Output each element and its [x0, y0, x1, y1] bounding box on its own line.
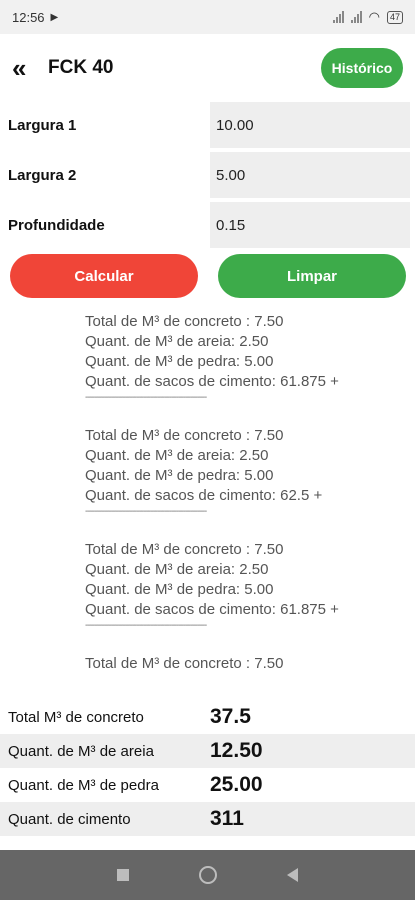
- result-item: Total de M³ de concreto : 7.50 Quant. de…: [85, 426, 405, 520]
- home-icon[interactable]: [199, 866, 217, 884]
- limpar-button[interactable]: Limpar: [218, 254, 406, 298]
- result-divider: ----------------------------------------…: [85, 506, 207, 517]
- result-divider: ----------------------------------------…: [85, 392, 207, 403]
- total-row-pedra: Quant. de M³ de pedra 25.00: [0, 768, 415, 802]
- dimension-form: Largura 1 10.00 Largura 2 5.00 Profundid…: [0, 100, 415, 250]
- system-nav-bar: [0, 850, 415, 900]
- signal-icon: [332, 11, 344, 23]
- result-cimento: Quant. de sacos de cimento: 61.875 +: [85, 373, 339, 390]
- result-areia: Quant. de M³ de areia: 2.50: [85, 561, 269, 578]
- result-areia: Quant. de M³ de areia: 2.50: [85, 447, 269, 464]
- result-item: Total de M³ de concreto : 7.50 Quant. de…: [85, 312, 405, 406]
- battery-icon: 47: [386, 10, 403, 24]
- wifi-icon: ◠: [368, 9, 380, 24]
- play-notification-icon: ▶: [50, 11, 59, 23]
- totals-table: Total M³ de concreto 37.5 Quant. de M³ d…: [0, 700, 415, 836]
- total-row-concreto: Total M³ de concreto 37.5: [0, 700, 415, 734]
- form-row-profundidade: Profundidade 0.15: [0, 200, 415, 250]
- app-header: « FCK 40 Histórico: [0, 34, 415, 102]
- largura-2-label: Largura 2: [8, 166, 77, 184]
- result-cimento: Quant. de sacos de cimento: 62.5 +: [85, 487, 323, 504]
- total-areia-label: Quant. de M³ de areia: [8, 742, 154, 760]
- results-list[interactable]: Total de M³ de concreto : 7.50 Quant. de…: [85, 312, 405, 700]
- result-pedra: Quant. de M³ de pedra: 5.00: [85, 353, 274, 370]
- total-cimento-label: Quant. de cimento: [8, 810, 131, 828]
- total-row-cimento: Quant. de cimento 311: [0, 802, 415, 836]
- form-row-largura-2: Largura 2 5.00: [0, 150, 415, 200]
- largura-2-input[interactable]: 5.00: [210, 152, 410, 198]
- profundidade-label: Profundidade: [8, 216, 105, 234]
- recents-icon[interactable]: [117, 869, 129, 881]
- total-pedra-value: 25.00: [210, 773, 263, 796]
- form-row-largura-1: Largura 1 10.00: [0, 100, 415, 150]
- result-concreto: Total de M³ de concreto : 7.50: [85, 427, 284, 444]
- largura-1-input[interactable]: 10.00: [210, 102, 410, 148]
- total-concreto-label: Total M³ de concreto: [8, 708, 144, 726]
- result-cimento: Quant. de sacos de cimento: 61.875 +: [85, 601, 339, 618]
- total-pedra-label: Quant. de M³ de pedra: [8, 776, 159, 794]
- result-concreto: Total de M³ de concreto : 7.50: [85, 313, 284, 330]
- result-item: Total de M³ de concreto : 7.50: [85, 654, 405, 674]
- result-pedra: Quant. de M³ de pedra: 5.00: [85, 467, 274, 484]
- page-title: FCK 40: [48, 57, 114, 78]
- back-nav-icon[interactable]: [287, 868, 298, 882]
- total-areia-value: 12.50: [210, 739, 263, 762]
- total-concreto-value: 37.5: [210, 705, 251, 728]
- result-pedra: Quant. de M³ de pedra: 5.00: [85, 581, 274, 598]
- history-button[interactable]: Histórico: [321, 48, 403, 88]
- largura-1-label: Largura 1: [8, 116, 77, 134]
- total-cimento-value: 311: [210, 807, 244, 830]
- result-item: Total de M³ de concreto : 7.50 Quant. de…: [85, 540, 405, 634]
- action-buttons: Calcular Limpar: [0, 254, 415, 299]
- result-areia: Quant. de M³ de areia: 2.50: [85, 333, 269, 350]
- result-divider: ----------------------------------------…: [85, 620, 207, 631]
- result-concreto: Total de M³ de concreto : 7.50: [85, 655, 284, 672]
- profundidade-input[interactable]: 0.15: [210, 202, 410, 248]
- calcular-button[interactable]: Calcular: [10, 254, 198, 298]
- total-row-areia: Quant. de M³ de areia 12.50: [0, 734, 415, 768]
- back-icon[interactable]: «: [12, 53, 42, 84]
- status-bar: 12:56 ▶ ◠ 47: [0, 0, 415, 34]
- signal-icon-2: [350, 11, 362, 23]
- result-concreto: Total de M³ de concreto : 7.50: [85, 541, 284, 558]
- status-time: 12:56: [12, 9, 45, 25]
